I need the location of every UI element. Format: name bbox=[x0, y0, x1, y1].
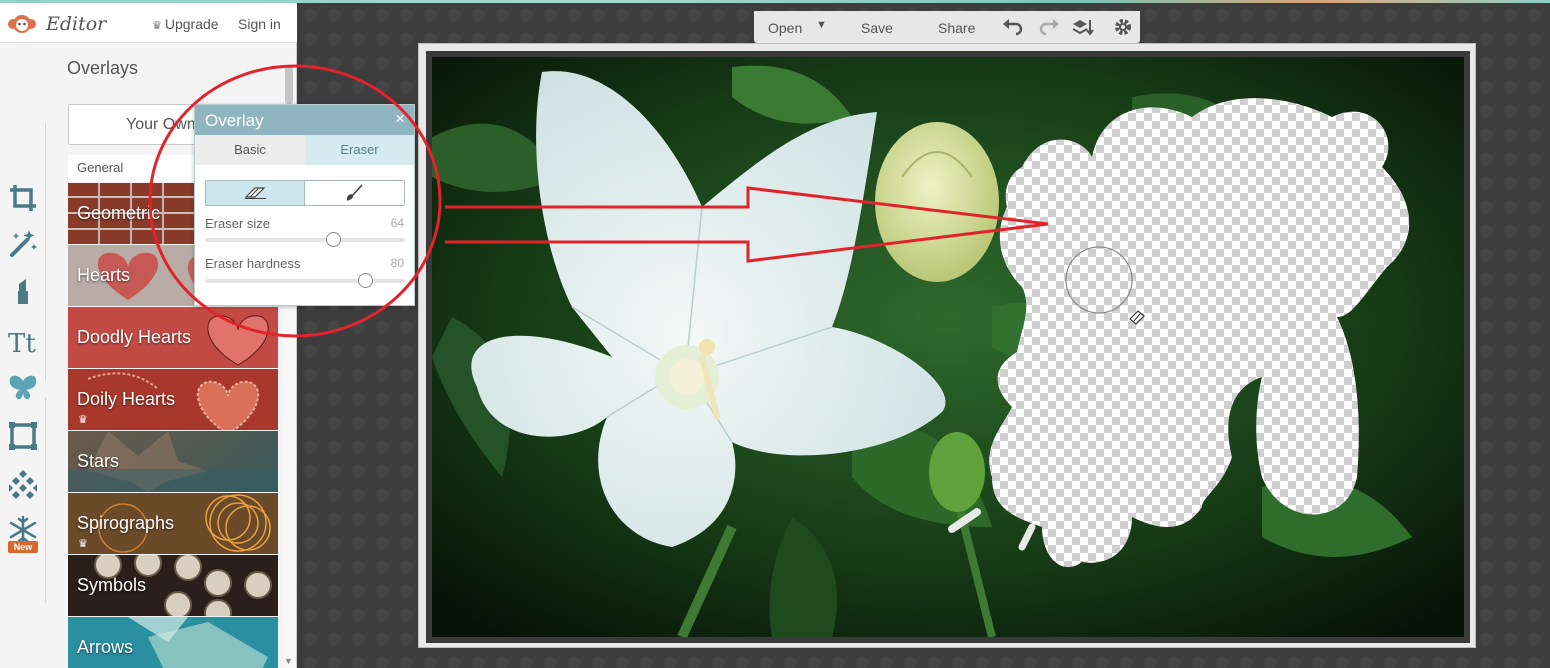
overlay-category-label: Arrows bbox=[77, 637, 134, 657]
erase-mode-button[interactable] bbox=[206, 181, 305, 205]
scroll-down-arrow-icon[interactable]: ▼ bbox=[284, 656, 293, 666]
new-badge: New bbox=[8, 541, 38, 553]
crown-icon: ♛ bbox=[152, 20, 162, 32]
app-title: Editor bbox=[46, 13, 107, 35]
layers-icon[interactable] bbox=[1072, 17, 1094, 37]
sidebar: Editor ♛ Upgrade Sign in Overlays Your Ow… bbox=[0, 3, 297, 668]
crop-tool-icon[interactable] bbox=[3, 178, 43, 218]
eraser-hardness-slider-handle[interactable] bbox=[358, 273, 373, 288]
active-tool-indicator bbox=[40, 375, 54, 403]
overlay-category-doodly-hearts[interactable]: Doodly Hearts bbox=[68, 307, 278, 368]
texture-tool-icon[interactable] bbox=[3, 464, 43, 504]
eraser-size-label: Eraser size bbox=[205, 216, 271, 231]
overlay-category-label: Geometric bbox=[77, 203, 161, 223]
share-button[interactable]: Share bbox=[938, 20, 975, 36]
signin-link[interactable]: Sign in bbox=[238, 16, 281, 32]
overlay-category-arrows[interactable]: Arrows bbox=[68, 617, 278, 668]
flower-photo bbox=[432, 57, 1464, 637]
close-icon[interactable]: × bbox=[395, 109, 405, 129]
tab-basic[interactable]: Basic bbox=[195, 135, 305, 165]
eraser-size-value: 64 bbox=[390, 216, 404, 230]
tab-eraser[interactable]: Eraser bbox=[305, 135, 414, 165]
photo-canvas[interactable] bbox=[432, 57, 1464, 637]
open-dropdown-chevron-down-icon[interactable]: ▼ bbox=[816, 19, 827, 31]
tool-divider bbox=[45, 123, 46, 603]
brush-mode-button[interactable] bbox=[305, 181, 404, 205]
upgrade-label: Upgrade bbox=[164, 16, 219, 32]
premium-crown-icon: ♛ bbox=[78, 538, 88, 550]
undo-icon[interactable] bbox=[1002, 17, 1024, 37]
scrollbar-thumb[interactable] bbox=[285, 65, 293, 105]
overlay-category-label: Doodly Hearts bbox=[77, 327, 192, 347]
eraser-icon bbox=[244, 187, 266, 199]
overlay-dialog: Overlay × Basic Eraser Eraser size 64 Er… bbox=[194, 104, 415, 306]
butterfly-overlay-tool-icon[interactable] bbox=[3, 368, 43, 408]
panel-title: Overlays bbox=[67, 58, 139, 78]
eraser-mode-toggle bbox=[205, 180, 405, 206]
upgrade-link[interactable]: ♛ Upgrade bbox=[152, 16, 219, 32]
overlay-category-label: Hearts bbox=[77, 265, 131, 285]
monkey-logo-icon[interactable] bbox=[6, 13, 38, 35]
overlay-category-stars[interactable]: Stars bbox=[68, 431, 278, 492]
eraser-size-slider[interactable] bbox=[205, 232, 405, 247]
frame-tool-icon[interactable] bbox=[3, 416, 43, 456]
text-tool-icon[interactable]: Tt bbox=[3, 321, 43, 361]
overlay-category-label: Spirographs bbox=[77, 513, 175, 533]
overlay-dialog-header: Overlay × bbox=[195, 105, 414, 135]
overlay-category-label: Symbols bbox=[77, 575, 147, 595]
overlay-category-label: Doily Hearts bbox=[77, 389, 176, 409]
overlay-category-doily-hearts[interactable]: Doily Hearts ♛ bbox=[68, 369, 278, 430]
svg-text:Tt: Tt bbox=[8, 329, 36, 357]
overlay-category-spirographs[interactable]: Spirographs ♛ bbox=[68, 493, 278, 554]
eraser-hardness-slider[interactable] bbox=[205, 273, 405, 288]
magic-wand-tool-icon[interactable] bbox=[3, 223, 43, 263]
top-toolbar: Open ▼ Save Share bbox=[754, 11, 1140, 43]
overlay-category-label: Stars bbox=[77, 451, 120, 471]
gear-icon[interactable] bbox=[1112, 17, 1134, 37]
paintbrush-icon bbox=[346, 184, 363, 201]
eraser-hardness-label: Eraser hardness bbox=[205, 256, 301, 271]
open-button[interactable]: Open bbox=[768, 20, 802, 36]
overlay-tabs: Basic Eraser bbox=[195, 135, 414, 165]
redo-icon[interactable] bbox=[1038, 17, 1060, 37]
eraser-size-slider-handle[interactable] bbox=[326, 232, 341, 247]
overlay-category-symbols[interactable]: Symbols bbox=[68, 555, 278, 616]
premium-crown-icon: ♛ bbox=[78, 414, 88, 426]
lipstick-tool-icon[interactable] bbox=[3, 271, 43, 311]
save-button[interactable]: Save bbox=[861, 20, 893, 36]
eraser-hardness-value: 80 bbox=[390, 256, 404, 270]
brand-bar: Editor ♛ Upgrade Sign in bbox=[0, 3, 297, 43]
overlay-dialog-title: Overlay bbox=[205, 111, 264, 130]
